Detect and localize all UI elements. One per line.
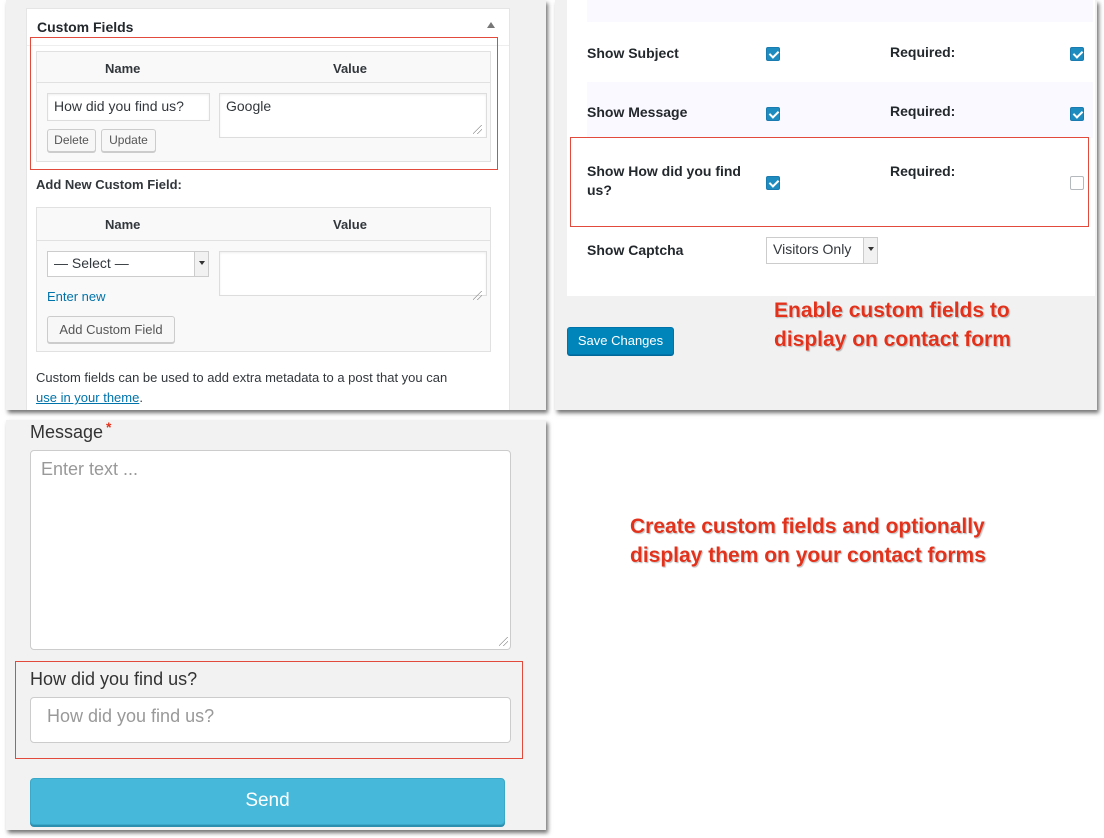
message-required-label: Required: xyxy=(890,103,956,119)
help-text-suffix: . xyxy=(139,390,143,405)
create-fields-callout-line-2: display them on your contact forms xyxy=(630,544,986,567)
resize-handle-icon[interactable] xyxy=(473,291,482,300)
custom-field-input[interactable]: How did you find us? xyxy=(30,697,511,743)
highlight-box xyxy=(30,37,498,170)
captcha-select[interactable]: Visitors Only xyxy=(766,237,878,264)
metabox-title: Custom Fields xyxy=(37,19,134,35)
column-header-value: Value xyxy=(333,217,367,232)
resize-handle-icon[interactable] xyxy=(499,637,508,646)
save-changes-button[interactable]: Save Changes xyxy=(567,327,674,355)
select-value: — Select — xyxy=(54,255,129,271)
enable-callout-line-1: Enable custom fields to xyxy=(774,299,1010,322)
show-captcha-label: Show Captcha xyxy=(587,242,684,258)
add-new-heading: Add New Custom Field: xyxy=(36,177,182,192)
show-message-label: Show Message xyxy=(587,104,688,120)
custom-field-label: How did you find us? xyxy=(30,669,198,689)
custom-fields-panel: Custom Fields Name Value How did you fin… xyxy=(6,0,546,410)
add-new-field-table: Name Value — Select — Enter new Add Cust… xyxy=(36,207,491,352)
show-subject-label: Show Subject xyxy=(587,45,679,61)
column-header-name: Name xyxy=(105,217,141,232)
enter-new-link[interactable]: Enter new xyxy=(47,289,106,304)
enable-callout-line-2: display on contact form xyxy=(774,328,1011,351)
send-button[interactable]: Send xyxy=(30,778,505,825)
row-background-top xyxy=(587,0,1093,22)
create-fields-callout: Create custom fields and optionally disp… xyxy=(630,512,986,570)
message-textarea[interactable]: Enter text ... xyxy=(30,450,511,650)
help-text: Custom fields can be used to add extra m… xyxy=(36,368,496,408)
message-label: Message xyxy=(30,422,104,442)
enable-callout: Enable custom fields to display on conta… xyxy=(774,296,1011,354)
subject-required-checkbox[interactable] xyxy=(1070,47,1084,61)
subject-required-label: Required: xyxy=(890,44,956,60)
header-divider xyxy=(37,240,490,241)
add-custom-field-button[interactable]: Add Custom Field xyxy=(47,316,175,343)
new-field-value-textarea[interactable] xyxy=(219,251,487,296)
settings-panel: Show Subject Required: Show Message Requ… xyxy=(555,0,1097,410)
highlight-box xyxy=(570,137,1089,227)
show-subject-checkbox[interactable] xyxy=(766,47,780,61)
chevron-down-icon xyxy=(863,238,877,263)
captcha-select-value: Visitors Only xyxy=(773,241,852,257)
message-required-checkbox[interactable] xyxy=(1070,107,1084,121)
show-message-checkbox[interactable] xyxy=(766,107,780,121)
contact-form-panel: Message * Enter text ... How did you fin… xyxy=(6,420,546,830)
field-name-select[interactable]: — Select — xyxy=(47,251,209,277)
collapse-arrow-icon[interactable] xyxy=(487,22,495,28)
required-star-icon: * xyxy=(106,420,112,435)
use-in-theme-link[interactable]: use in your theme xyxy=(36,390,139,405)
chevron-down-icon xyxy=(194,252,208,276)
create-fields-callout-line-1: Create custom fields and optionally xyxy=(630,515,985,538)
help-text-body: Custom fields can be used to add extra m… xyxy=(36,370,448,385)
